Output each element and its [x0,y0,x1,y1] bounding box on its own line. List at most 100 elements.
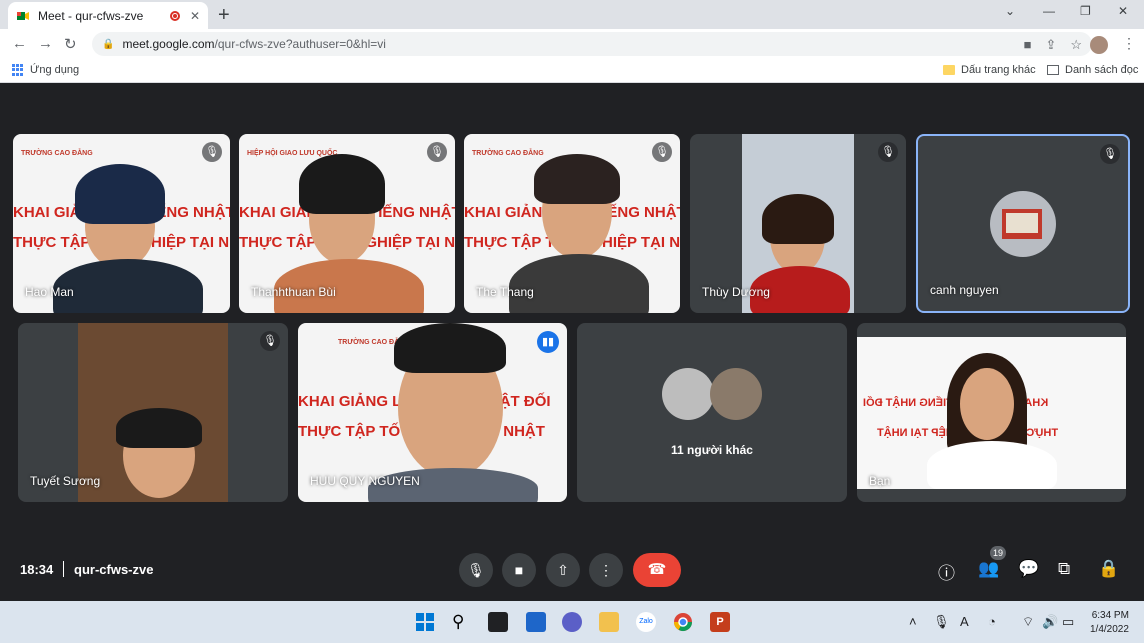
person-hair [116,408,202,448]
url-input[interactable]: 🔒 meet.google.com /qur-cfws-zve?authuser… [92,32,1092,56]
camera-icon[interactable]: ■ [1024,37,1032,53]
volume-icon[interactable]: 🔊 [1042,614,1058,630]
bookmark-star-icon[interactable]: ☆ [1070,37,1082,53]
file-explorer-icon[interactable] [599,612,619,632]
participant-name: HUU QUY NGUYEN [310,474,420,488]
person-body [509,254,649,313]
microphone-button[interactable]: 🎙 [459,553,493,587]
participant-tile[interactable]: TRƯỜNG CAO ĐẲNG KHAI GIẢNG LỚP TIẾNG NHẬ… [298,323,567,502]
zalo-icon[interactable]: Zalo [636,612,656,632]
new-tab-button[interactable]: + [218,4,230,27]
activities-icon[interactable]: ⧉ [1058,559,1070,579]
meet-stage: TRƯỜNG CAO ĐẲNG KHAI GIẢNG LỚP TIẾNG NHẬ… [0,84,1144,601]
video-camera-icon: ■ [514,562,524,578]
font-tray-icon[interactable]: A [960,614,969,629]
mic-off-icon: 🎙 [878,142,898,162]
reading-list[interactable]: Danh sách đọc [1047,64,1138,76]
participant-name: Thùy Dương [702,285,770,299]
mic-tray-icon[interactable]: 🎙 [933,614,950,630]
participant-tile[interactable]: 🎙 Thùy Dương [690,134,906,313]
menu-icon[interactable]: ⋮ [1122,35,1136,52]
tab-search-icon[interactable]: ⌄ [1005,4,1015,18]
search-icon[interactable]: ⚲ [452,612,472,632]
person-hair [299,154,385,214]
mic-off-icon: 🎙 [427,142,447,162]
end-call-button[interactable]: ☎ [633,553,681,587]
minimize-button[interactable]: — [1043,4,1055,18]
tab-title: Meet - qur-cfws-zve [38,8,144,23]
participant-tile[interactable]: TRƯỜNG CAO ĐẲNG KHAI GIẢNG LỚP TIẾNG NHẬ… [13,134,230,313]
taskbar-time: 6:34 PM [1091,610,1129,621]
close-window-button[interactable]: ✕ [1118,4,1128,18]
other-bookmarks[interactable]: Dấu trang khác [943,64,1036,76]
widgets-icon[interactable] [526,612,546,632]
avatar [662,368,714,420]
meet-controls-bar: 18:34 qur-cfws-zve 🎙 ■ ⇧ ⋮ ☎ ⓘ 👥 💬 ⧉ 🔒 [0,539,1144,601]
participant-name: Hao Man [25,285,74,299]
mic-off-icon: 🎙 [652,142,672,162]
url-path: /qur-cfws-zve?authuser=0&hl=vi [214,37,386,51]
participant-name: Tuyết Sương [30,474,101,488]
banner-school: TRƯỜNG CAO ĐẲNG [472,150,544,157]
participant-tile[interactable]: 🎙 Tuyết Sương [18,323,288,502]
people-icon[interactable]: 👥 [978,559,999,579]
apps-grid-icon [12,64,24,76]
task-view-icon[interactable] [488,612,508,632]
profile-avatar[interactable] [1090,36,1108,54]
taskbar-clock[interactable]: 6:34 PM 1/4/2022 [1090,609,1129,637]
mic-off-icon: 🎙 [260,331,280,351]
self-tile[interactable]: KHAI GIẢNG LỚP TIẾNG NHẬT ĐỐI THỰC TẬP T… [857,323,1126,502]
participant-tile[interactable]: 🎙 canh nguyen [916,134,1130,313]
chat-icon[interactable]: 💬 [1018,559,1039,579]
mic-off-icon: 🎙 [1100,144,1120,164]
person-body [927,441,1057,489]
person-body [53,259,203,313]
battery-icon[interactable]: ▭ [1062,614,1074,630]
meet-favicon-icon [17,11,29,20]
host-controls-icon[interactable]: 🔒 [1098,559,1119,579]
participant-tile[interactable]: TRƯỜNG CAO ĐẲNG KHAI GIẢNG LỚP TIẾNG NHẬ… [464,134,680,313]
dropbox-tray-icon[interactable]: ◔ [988,614,996,629]
meeting-clock: 18:34 [20,562,54,577]
lock-icon: 🔒 [102,38,115,50]
chevron-up-icon[interactable]: ˄ [909,614,917,629]
zalo-label: Zalo [639,618,653,625]
recording-icon [169,10,180,21]
meeting-info-icon[interactable]: ⓘ [938,559,955,584]
others-tile[interactable]: 11 người khác [577,323,847,502]
person-hair [762,194,834,244]
bookmarks-bar: Ứng dụng Dấu trang khác Danh sách đọc [0,59,1144,83]
apps-shortcut[interactable]: Ứng dụng [12,64,79,76]
tab-close-icon[interactable]: ✕ [190,9,200,23]
person-hair [394,323,506,373]
browser-tab-bar: Meet - qur-cfws-zve ✕ + ⌄ — ❐ ✕ [0,0,1144,29]
present-screen-button[interactable]: ⇧ [546,553,580,587]
wifi-icon[interactable]: ⌔ [1022,614,1034,630]
address-bar: ← → ↻ 🔒 meet.google.com /qur-cfws-zve?au… [0,29,1144,59]
powerpoint-icon[interactable]: P [710,612,730,632]
person-hair [534,154,620,204]
person-face [960,368,1014,440]
chrome-icon[interactable] [673,612,693,632]
teams-chat-icon[interactable] [562,612,582,632]
windows-start-icon[interactable] [415,612,435,632]
microphone-icon: 🎙 [467,562,485,578]
folder-icon [943,65,955,75]
phone-hangup-icon: ☎ [647,561,667,578]
present-screen-icon: ⇧ [557,562,569,578]
participant-name: The Thang [476,285,534,299]
participant-tile[interactable]: HIỆP HỘI GIAO LƯU QUỐC KHAI GIẢNG LỚP TI… [239,134,455,313]
maximize-button[interactable]: ❐ [1080,4,1091,18]
banner-school: TRƯỜNG CAO ĐẲNG [21,150,93,157]
mic-off-icon: 🎙 [202,142,222,162]
back-icon[interactable]: ← [12,35,27,52]
forward-icon[interactable]: → [38,35,53,52]
more-options-button[interactable]: ⋮ [589,553,623,587]
browser-tab[interactable]: Meet - qur-cfws-zve ✕ [8,2,208,29]
share-icon[interactable]: ⇪ [1045,37,1056,53]
camera-button[interactable]: ■ [502,553,536,587]
apps-label: Ứng dụng [30,64,80,76]
meeting-code: qur-cfws-zve [74,562,154,577]
reload-icon[interactable]: ↻ [64,35,77,53]
speaking-indicator-icon: ▮▮ [537,331,559,353]
